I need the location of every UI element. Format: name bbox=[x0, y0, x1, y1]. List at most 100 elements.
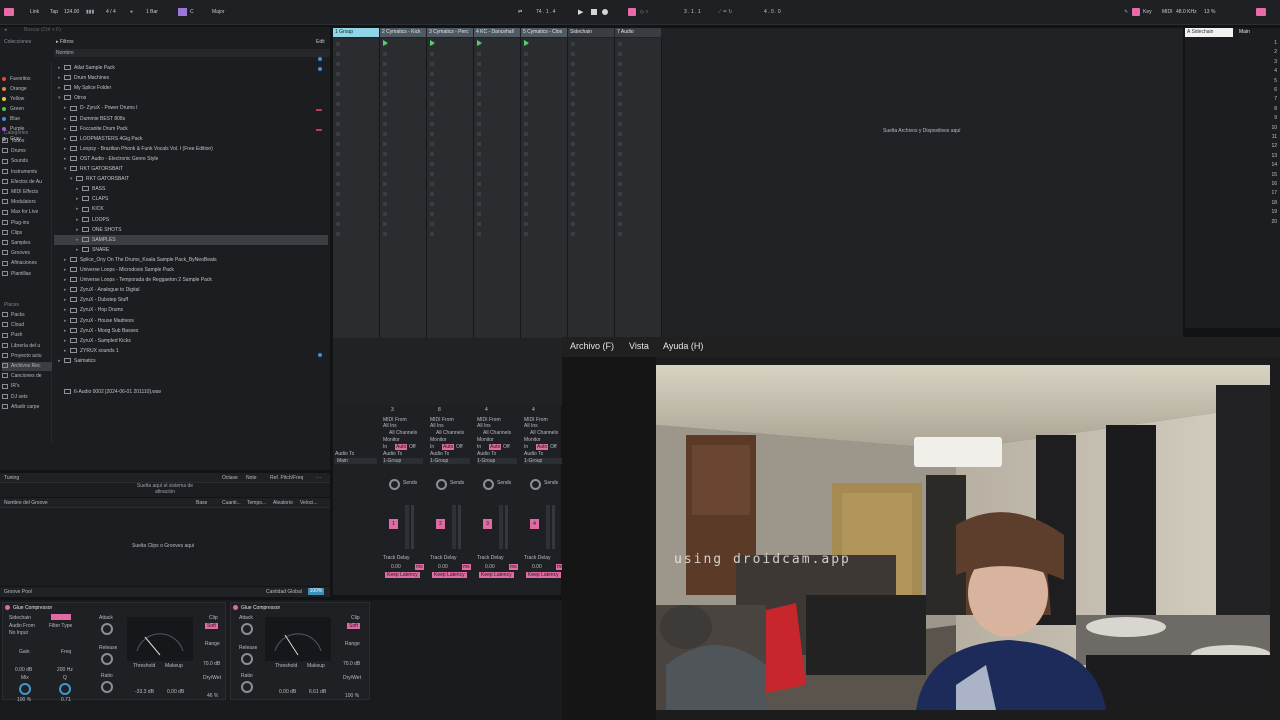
file-row[interactable]: ▸ ZYRUX sounds 1 bbox=[54, 346, 328, 356]
monitor-in-button[interactable]: In bbox=[524, 444, 528, 450]
audio-to-select[interactable]: Main bbox=[335, 458, 377, 464]
clip-stop-button[interactable] bbox=[336, 212, 340, 216]
clip-stop-button[interactable] bbox=[336, 52, 340, 56]
automation-icons[interactable]: ◇ ○ bbox=[640, 8, 648, 17]
edit-button[interactable]: Edit bbox=[316, 39, 325, 45]
freq-value[interactable]: 200 Hz bbox=[57, 667, 73, 673]
clip-stop-button[interactable] bbox=[524, 142, 528, 146]
clip-stop-button[interactable] bbox=[336, 122, 340, 126]
audio-from-select[interactable]: No Input bbox=[9, 630, 28, 636]
clip-stop-button[interactable] bbox=[618, 192, 622, 196]
clip-stop-button[interactable] bbox=[477, 62, 481, 66]
keep-latency-button[interactable]: Keep Latency bbox=[432, 572, 467, 578]
clip-stop-button[interactable] bbox=[477, 72, 481, 76]
clip-stop-button[interactable] bbox=[571, 102, 575, 106]
file-row[interactable]: ▸ Drum Machines bbox=[54, 73, 328, 83]
clip-stop-button[interactable] bbox=[618, 62, 622, 66]
file-row[interactable]: ▾ RKT GATORSBAIT bbox=[54, 164, 328, 174]
range-value[interactable]: 70.0 dB bbox=[343, 661, 360, 667]
clip-stop-button[interactable] bbox=[430, 82, 434, 86]
key-map-label[interactable]: Key bbox=[1143, 8, 1152, 17]
clip-stop-button[interactable] bbox=[336, 172, 340, 176]
clip-stop-button[interactable] bbox=[524, 162, 528, 166]
clip-stop-button[interactable] bbox=[430, 212, 434, 216]
tempo-field[interactable]: 124.00 bbox=[64, 8, 79, 17]
time-signature-field[interactable]: 4 / 4 bbox=[106, 8, 116, 17]
clip-stop-button[interactable] bbox=[524, 182, 528, 186]
audio-to-select[interactable]: 1-Group bbox=[524, 458, 564, 464]
track-header[interactable]: 5 Cymatics - Clos bbox=[521, 28, 567, 37]
scene-number[interactable]: 10 bbox=[1259, 125, 1277, 131]
clip-stop-button[interactable] bbox=[383, 72, 387, 76]
clip-stop-button[interactable] bbox=[430, 112, 434, 116]
monitor-auto-button[interactable]: Auto bbox=[536, 444, 549, 450]
clip-stop-button[interactable] bbox=[383, 142, 387, 146]
clip-stop-button[interactable] bbox=[477, 152, 481, 156]
place-item[interactable]: Añadir carpe bbox=[2, 403, 52, 412]
clip-stop-button[interactable] bbox=[336, 202, 340, 206]
scene-number[interactable]: 16 bbox=[1259, 181, 1277, 187]
clip-stop-button[interactable] bbox=[383, 232, 387, 236]
file-row[interactable]: ▸ ZyruX - Dubstep Stuff bbox=[54, 295, 328, 305]
audio-to-select[interactable]: 1-Group bbox=[383, 458, 423, 464]
range-value[interactable]: 70.0 dB bbox=[203, 661, 220, 667]
category-item[interactable]: Instruments bbox=[2, 168, 52, 177]
loop-length-field[interactable]: 4 . 0 . 0 bbox=[764, 8, 781, 17]
filters-toggle[interactable]: ▸ Filtros bbox=[56, 39, 74, 45]
clip-stop-button[interactable] bbox=[336, 72, 340, 76]
file-row[interactable]: ▸ SAMPLES bbox=[54, 234, 328, 245]
clip-stop-button[interactable] bbox=[524, 72, 528, 76]
clip-stop-button[interactable] bbox=[430, 182, 434, 186]
clip-stop-button[interactable] bbox=[524, 62, 528, 66]
tap-button[interactable]: Tap bbox=[50, 8, 58, 17]
place-item[interactable]: Librería del u bbox=[2, 342, 52, 351]
scene-number[interactable]: 12 bbox=[1259, 143, 1277, 149]
clip-stop-button[interactable] bbox=[430, 72, 434, 76]
clip-stop-button[interactable] bbox=[477, 212, 481, 216]
track-delay-value[interactable]: 0.00 bbox=[532, 564, 542, 570]
clip-stop-button[interactable] bbox=[524, 102, 528, 106]
scene-number[interactable]: 7 bbox=[1259, 96, 1277, 102]
collection-item[interactable]: Blue bbox=[2, 115, 52, 124]
clip-stop-button[interactable] bbox=[430, 162, 434, 166]
place-item[interactable]: DJ sets bbox=[2, 393, 52, 402]
place-item[interactable]: Cloud bbox=[2, 321, 52, 330]
clip-stop-button[interactable] bbox=[524, 202, 528, 206]
draw-mode-icons[interactable]: ⟋ ▭ ↻ bbox=[718, 8, 732, 17]
clip-stop-button[interactable] bbox=[618, 232, 622, 236]
clip-stop-button[interactable] bbox=[430, 172, 434, 176]
clip-stop-button[interactable] bbox=[571, 202, 575, 206]
clip-stop-button[interactable] bbox=[383, 132, 387, 136]
clip-stop-button[interactable] bbox=[383, 102, 387, 106]
track-delay-value[interactable]: 0.00 bbox=[485, 564, 495, 570]
clip-stop-button[interactable] bbox=[336, 152, 340, 156]
clip-stop-button[interactable] bbox=[571, 162, 575, 166]
scene-number[interactable]: 20 bbox=[1259, 219, 1277, 225]
monitor-off-button[interactable]: Off bbox=[503, 444, 510, 450]
file-row[interactable]: ▸ D- ZyruX - Power Drums I bbox=[54, 103, 328, 113]
clip-stop-button[interactable] bbox=[383, 92, 387, 96]
track-header[interactable]: 7 Audio bbox=[615, 28, 661, 37]
place-item[interactable]: Push bbox=[2, 331, 52, 340]
file-row[interactable]: ▸ KICK bbox=[54, 204, 328, 214]
midi-from-select[interactable]: All Ins bbox=[524, 423, 538, 429]
file-row[interactable]: ▸ Dummie BEST 808s bbox=[54, 114, 328, 124]
clip-stop-button[interactable] bbox=[618, 202, 622, 206]
overdub-icon[interactable] bbox=[628, 8, 636, 16]
soft-clip-toggle[interactable]: Soft bbox=[205, 623, 218, 629]
loop-start-field[interactable]: 3 . 1 . 1 bbox=[684, 8, 701, 17]
file-row[interactable]: ▸ Universe Loops - Microdosis Sample Pack bbox=[54, 265, 328, 275]
track-number-button[interactable]: 4 bbox=[530, 519, 539, 529]
clip-stop-button[interactable] bbox=[571, 142, 575, 146]
clip-stop-button[interactable] bbox=[524, 172, 528, 176]
clip-stop-button[interactable] bbox=[336, 132, 340, 136]
track-header[interactable]: Sidechain bbox=[568, 28, 614, 37]
drywet-value[interactable]: 46 % bbox=[207, 693, 218, 699]
file-row[interactable]: ▸ ZyruX - Moog Sub Basses bbox=[54, 326, 328, 336]
attack-knob[interactable] bbox=[101, 623, 113, 635]
midi-from-select[interactable]: All Ins bbox=[383, 423, 397, 429]
scene-number[interactable]: 15 bbox=[1259, 172, 1277, 178]
clip-stop-button[interactable] bbox=[524, 112, 528, 116]
clip-stop-button[interactable] bbox=[383, 182, 387, 186]
device-power-icon[interactable] bbox=[233, 605, 238, 610]
